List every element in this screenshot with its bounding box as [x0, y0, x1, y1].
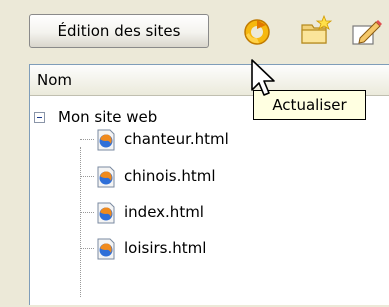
tree-file-label[interactable]: loisirs.html	[124, 237, 206, 259]
html-file-icon	[96, 129, 116, 151]
html-file-icon	[96, 166, 116, 188]
tree-connector-line	[80, 147, 81, 297]
tree-branch-line	[80, 139, 94, 140]
tree-branch-line	[80, 248, 94, 249]
collapse-icon[interactable]	[34, 112, 45, 123]
tree-file-label[interactable]: index.html	[124, 201, 204, 223]
toolbar: Édition des sites	[0, 0, 389, 62]
refresh-icon[interactable]	[240, 14, 274, 48]
new-folder-icon[interactable]	[300, 14, 334, 48]
tree-branch-line	[80, 212, 94, 213]
tree-root-label[interactable]: Mon site web	[58, 107, 157, 127]
site-editing-button[interactable]: Édition des sites	[29, 14, 209, 48]
site-tree: Mon site web chanteur.html chinois.html …	[30, 97, 389, 307]
html-file-icon	[96, 202, 116, 224]
tree-file-label[interactable]: chinois.html	[124, 165, 216, 187]
mouse-pointer-icon	[250, 58, 280, 103]
edit-icon[interactable]	[350, 14, 384, 48]
tree-branch-line	[80, 176, 94, 177]
tree-file-label[interactable]: chanteur.html	[124, 128, 229, 150]
html-file-icon	[96, 238, 116, 260]
